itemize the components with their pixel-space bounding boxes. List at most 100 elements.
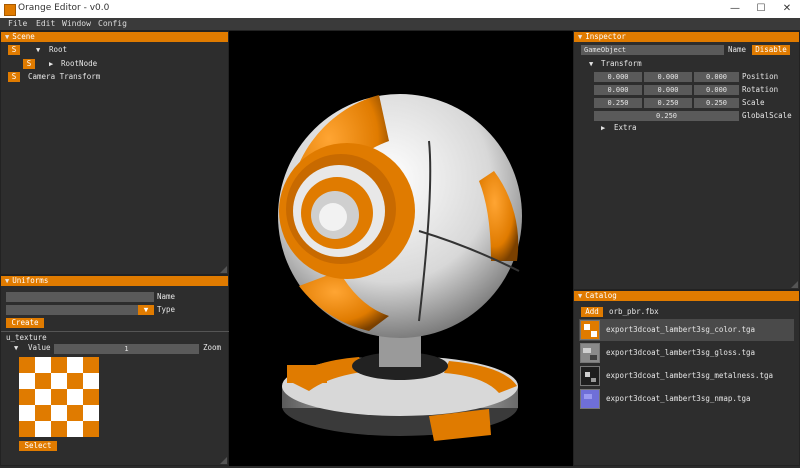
scale-x-field[interactable]: 0.250 — [594, 98, 642, 108]
global-scale-field[interactable]: 0.250 — [594, 111, 739, 121]
scene-node-camera-transform[interactable]: Camera Transform — [28, 72, 100, 82]
checker-square — [35, 421, 51, 437]
scale-y-field[interactable]: 0.250 — [644, 98, 692, 108]
app-logo-icon — [4, 4, 16, 16]
expand-arrow-icon[interactable]: ▶ — [49, 59, 53, 69]
checker-square — [51, 357, 67, 373]
catalog-file-nmap[interactable]: export3dcoat_lambert3sg_nmap.tga — [606, 394, 751, 404]
catalog-panel-title: Catalog — [585, 291, 617, 300]
catalog-panel-header[interactable]: ▼ Catalog — [574, 291, 799, 301]
texture-gloss-icon — [580, 343, 600, 363]
checker-square — [51, 373, 67, 389]
scene-select-button-camera[interactable]: S — [8, 72, 20, 82]
checker-square — [19, 405, 35, 421]
menu-edit[interactable]: Edit — [36, 19, 55, 28]
uniforms-panel: ▼ Uniforms Name ▼ Type Create u_texture ▼… — [0, 275, 230, 466]
collapse-icon: ▼ — [578, 33, 583, 41]
dropdown-arrow-icon[interactable]: ▼ — [138, 305, 154, 315]
position-label: Position — [742, 72, 779, 81]
uniform-type-label: Type — [157, 305, 176, 314]
catalog-file-color[interactable]: export3dcoat_lambert3sg_color.tga — [606, 325, 755, 335]
scene-select-button-rootnode[interactable]: S — [23, 59, 35, 69]
rotation-y-field[interactable]: 0.000 — [644, 85, 692, 95]
checker-square — [83, 389, 99, 405]
checker-square — [83, 357, 99, 373]
maximize-button[interactable]: ☐ — [748, 0, 774, 18]
menu-file[interactable]: File — [8, 19, 27, 28]
uniform-type-select[interactable] — [6, 305, 138, 315]
catalog-file-gloss[interactable]: export3dcoat_lambert3sg_gloss.tga — [606, 348, 755, 358]
inspector-panel: ▼ Inspector GameObject Name Disable ▼ Tra… — [573, 31, 800, 290]
inspector-panel-header[interactable]: ▼ Inspector — [574, 32, 799, 42]
menu-window[interactable]: Window — [62, 19, 91, 28]
rotation-x-field[interactable]: 0.000 — [594, 85, 642, 95]
checker-square — [83, 405, 99, 421]
zoom-label: Zoom — [203, 343, 222, 352]
object-name-input[interactable]: GameObject — [581, 45, 724, 55]
collapse-icon: ▼ — [5, 33, 10, 41]
scene-panel: ▼ Scene S ▼ Root S ▶ RootNode S Camera Tr… — [0, 31, 229, 275]
scale-label: Scale — [742, 98, 765, 107]
extra-section-label[interactable]: Extra — [614, 123, 637, 133]
scene-panel-title: Scene — [12, 32, 35, 41]
texture-color-icon — [580, 320, 600, 340]
checker-square — [51, 421, 67, 437]
checker-square — [19, 357, 35, 373]
expand-arrow-icon[interactable]: ▼ — [36, 45, 40, 55]
checker-square — [67, 373, 83, 389]
resize-grip-icon[interactable] — [220, 457, 227, 464]
catalog-file-fbx[interactable]: orb_pbr.fbx — [609, 307, 659, 317]
checker-square — [67, 405, 83, 421]
render-viewport[interactable] — [229, 31, 573, 466]
global-scale-label: GlobalScale — [742, 111, 792, 120]
transform-section-label[interactable]: Transform — [601, 59, 642, 69]
position-x-field[interactable]: 0.000 — [594, 72, 642, 82]
rotation-z-field[interactable]: 0.000 — [694, 85, 739, 95]
checker-square — [67, 389, 83, 405]
value-label: Value — [28, 343, 51, 352]
checker-texture-preview — [19, 357, 99, 437]
checker-square — [19, 421, 35, 437]
position-z-field[interactable]: 0.000 — [694, 72, 739, 82]
catalog-file-metalness[interactable]: export3dcoat_lambert3sg_metalness.tga — [606, 371, 773, 381]
scale-z-field[interactable]: 0.250 — [694, 98, 739, 108]
object-name-label: Name — [728, 45, 747, 54]
uniform-name-input[interactable] — [6, 292, 154, 302]
window-title-bar: Orange Editor - v0.0 — ☐ ✕ — [0, 0, 800, 19]
checker-square — [35, 357, 51, 373]
expand-arrow-icon[interactable]: ▶ — [601, 123, 605, 133]
scene-panel-header[interactable]: ▼ Scene — [1, 32, 228, 42]
rotation-label: Rotation — [742, 85, 779, 94]
uniform-name-label: Name — [157, 292, 176, 301]
scene-select-button-root[interactable]: S — [8, 45, 20, 55]
minimize-button[interactable]: — — [722, 0, 748, 18]
uniforms-panel-header[interactable]: ▼ Uniforms — [1, 276, 228, 286]
menu-bar: File Edit Window Config — [0, 18, 800, 31]
collapse-icon[interactable]: ▼ — [14, 343, 18, 353]
orb-model-render — [278, 94, 522, 441]
resize-grip-icon[interactable] — [791, 281, 798, 288]
collapse-icon: ▼ — [5, 277, 10, 285]
collapse-icon: ▼ — [578, 292, 583, 300]
checker-square — [51, 389, 67, 405]
select-texture-button[interactable]: Select — [19, 441, 57, 451]
inspector-panel-title: Inspector — [585, 32, 626, 41]
scene-node-rootnode[interactable]: RootNode — [61, 59, 97, 69]
collapse-icon[interactable]: ▼ — [589, 59, 593, 69]
window-title: Orange Editor - v0.0 — [18, 3, 110, 13]
close-button[interactable]: ✕ — [774, 0, 800, 18]
checker-square — [19, 389, 35, 405]
menu-config[interactable]: Config — [98, 19, 127, 28]
value-slider[interactable]: 1 — [54, 344, 199, 354]
divider — [1, 331, 230, 332]
disable-button[interactable]: Disable — [752, 45, 790, 55]
checker-square — [19, 373, 35, 389]
checker-square — [83, 421, 99, 437]
create-button[interactable]: Create — [6, 318, 44, 328]
position-y-field[interactable]: 0.000 — [644, 72, 692, 82]
checker-square — [67, 357, 83, 373]
texture-uniform-name: u_texture — [6, 333, 47, 342]
scene-node-root[interactable]: Root — [49, 45, 67, 55]
resize-grip-icon[interactable] — [220, 266, 227, 273]
add-button[interactable]: Add — [581, 307, 603, 317]
